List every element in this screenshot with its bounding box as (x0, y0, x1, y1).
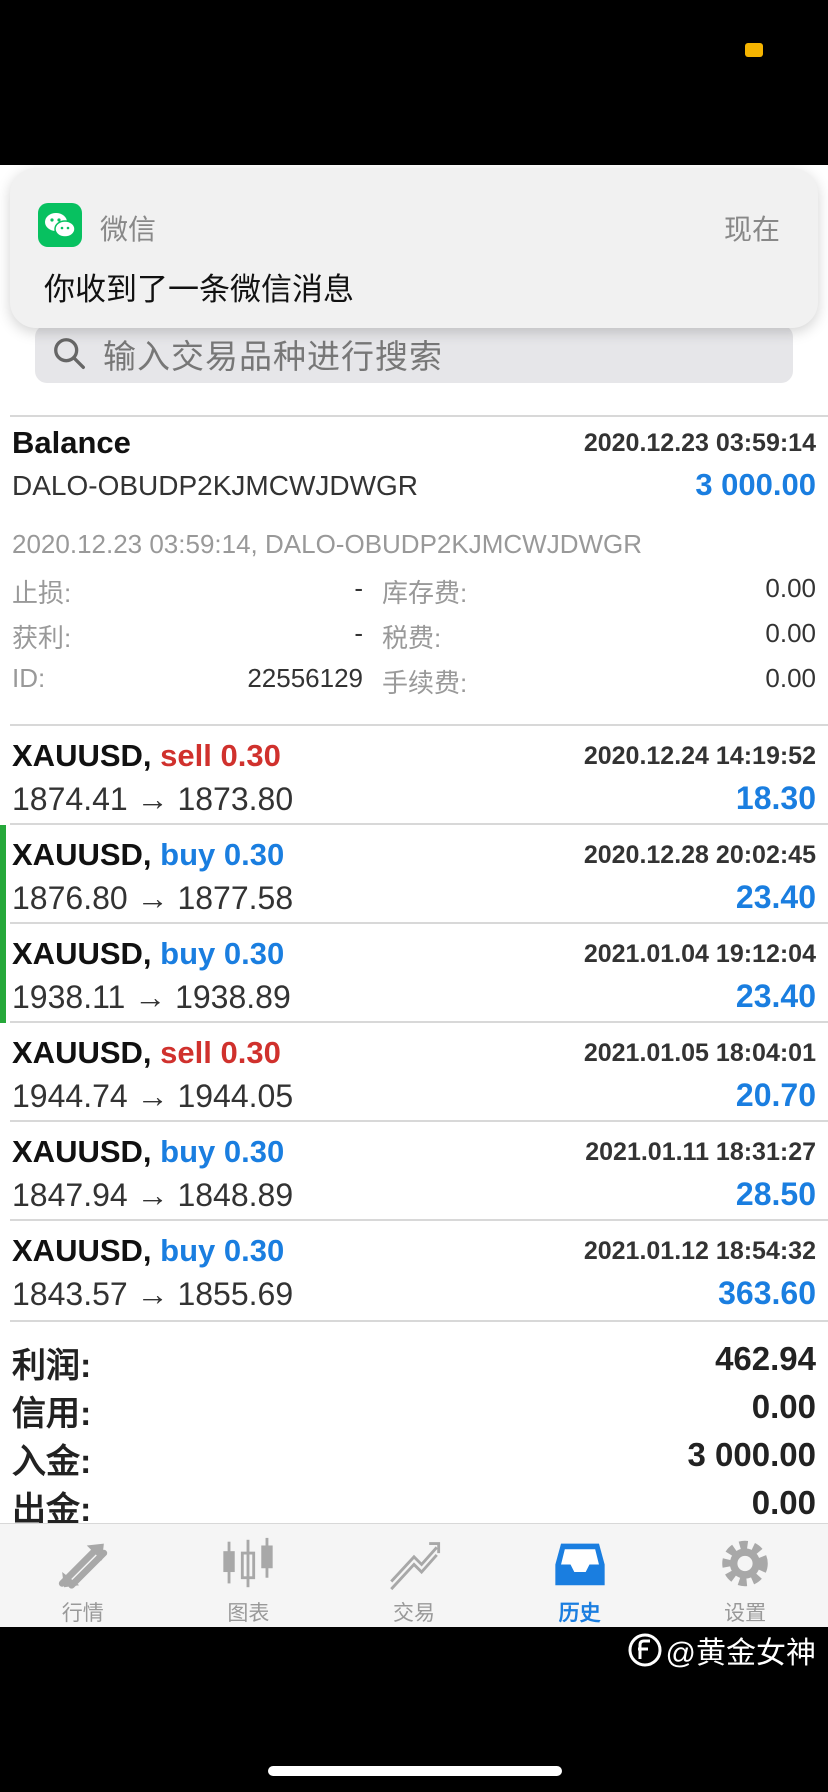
search-placeholder: 输入交易品种进行搜索 (103, 338, 443, 375)
trade-date: 2020.12.24 14:19:52 (583, 742, 816, 770)
tab-quotes[interactable]: 行情 (0, 1524, 166, 1627)
tab-label: 行情 (61, 1602, 104, 1625)
balance-amount: 3 000.00 (695, 467, 816, 502)
summary-withdrawal-value: 0.00 (751, 1484, 816, 1521)
trade-row[interactable]: XAUUSD, buy 0.30 2021.01.04 19:12:04 193… (0, 924, 828, 1023)
trade-symbol: XAUUSD, buy 0.30 (12, 837, 285, 872)
trade-profit: 363.60 (718, 1275, 816, 1311)
trade-profit: 20.70 (735, 1077, 816, 1113)
summary-deposit-label: 入金: (12, 1443, 92, 1481)
quotes-icon (58, 1543, 107, 1589)
summary-profit-value: 462.94 (715, 1340, 816, 1377)
summary-profit-label: 利润: (12, 1347, 92, 1385)
trade-date: 2020.12.28 20:02:45 (583, 841, 816, 869)
tab-label: 历史 (558, 1602, 601, 1625)
tab-label: 设置 (724, 1602, 767, 1625)
stop-loss-value: - (354, 573, 363, 603)
notification-message: 你收到了一条微信消息 (44, 272, 354, 307)
tab-label: 图表 (227, 1602, 270, 1625)
bottom-tab-bar: 行情 图表 交易 历史 设置 (0, 1523, 828, 1627)
mt-history-screen: 输入交易品种进行搜索 Balance 2020.12.23 03:59:14 D… (0, 165, 828, 1627)
watermark-text: @黄金女神 (665, 1637, 816, 1670)
trade-icon (390, 1542, 441, 1591)
tab-charts[interactable]: 图表 (166, 1524, 332, 1627)
watermark: @黄金女神 (628, 1628, 816, 1672)
divider (10, 1320, 828, 1322)
trade-date: 2021.01.05 18:04:01 (583, 1039, 816, 1067)
status-indicator-dot (745, 43, 763, 57)
trade-date: 2021.01.11 18:31:27 (585, 1138, 816, 1166)
commission-value: 0.00 (765, 663, 816, 693)
search-icon (54, 338, 85, 369)
trade-symbol: XAUUSD, buy 0.30 (12, 1134, 285, 1169)
balance-title: Balance (12, 425, 131, 460)
summary-credit-value: 0.00 (751, 1388, 816, 1425)
weibo-logo-icon (628, 1633, 662, 1667)
id-label: ID: (12, 663, 46, 693)
tab-label: 交易 (392, 1602, 435, 1625)
trade-prices: 1938.11 → 1938.89 (12, 979, 291, 1015)
take-profit-value: - (354, 618, 363, 648)
trade-date: 2021.01.04 19:12:04 (583, 940, 816, 968)
trade-symbol: XAUUSD, buy 0.30 (12, 936, 285, 971)
balance-detail: 2020.12.23 03:59:14, DALO-OBUDP2KJMCWJDW… (12, 529, 643, 559)
tab-history[interactable]: 历史 (497, 1524, 663, 1627)
tab-settings[interactable]: 设置 (662, 1524, 828, 1627)
chart-icon (223, 1537, 274, 1588)
trade-row[interactable]: XAUUSD, buy 0.30 2020.12.28 20:02:45 187… (0, 825, 828, 924)
tax-label: 税费: (382, 623, 442, 653)
trade-row[interactable]: XAUUSD, sell 0.30 2020.12.24 14:19:52 18… (0, 726, 828, 825)
trade-prices: 1843.57 → 1855.69 (12, 1276, 294, 1312)
trade-date: 2021.01.12 18:54:32 (583, 1237, 816, 1265)
trade-symbol: XAUUSD, sell 0.30 (12, 738, 281, 773)
trade-row[interactable]: XAUUSD, sell 0.30 2021.01.05 18:04:01 19… (0, 1023, 828, 1122)
selected-indicator (0, 825, 6, 924)
search-bar[interactable]: 输入交易品种进行搜索 (35, 325, 793, 383)
notification-app-name: 微信 (100, 214, 157, 245)
trade-prices: 1874.41 → 1873.80 (12, 781, 294, 817)
trade-profit: 23.40 (735, 879, 816, 915)
trade-prices: 1876.80 → 1877.58 (12, 880, 294, 916)
wechat-notification[interactable]: 微信 现在 你收到了一条微信消息 (10, 168, 818, 328)
tab-trade[interactable]: 交易 (331, 1524, 497, 1627)
history-icon (554, 1543, 605, 1586)
id-value: 22556129 (247, 663, 363, 693)
trade-prices: 1847.94 → 1848.89 (12, 1177, 294, 1213)
trade-symbol: XAUUSD, buy 0.30 (12, 1233, 285, 1268)
trade-row[interactable]: XAUUSD, buy 0.30 2021.01.11 18:31:27 184… (0, 1122, 828, 1221)
trade-profit: 28.50 (735, 1176, 816, 1212)
trade-prices: 1944.74 → 1944.05 (12, 1078, 294, 1114)
settings-icon (722, 1540, 768, 1587)
notification-time: 现在 (723, 214, 780, 245)
summary-credit-label: 信用: (12, 1395, 92, 1433)
wechat-icon (38, 203, 82, 247)
trade-profit: 18.30 (735, 780, 816, 816)
stop-loss-label: 止损: (12, 578, 72, 608)
home-indicator[interactable] (268, 1766, 562, 1776)
balance-account: DALO-OBUDP2KJMCWJDWGR (12, 470, 419, 501)
swap-value: 0.00 (765, 573, 816, 603)
balance-date: 2020.12.23 03:59:14 (583, 429, 816, 457)
trade-profit: 23.40 (735, 978, 816, 1014)
balance-entry[interactable]: Balance 2020.12.23 03:59:14 DALO-OBUDP2K… (0, 417, 828, 722)
selected-indicator (0, 924, 6, 1023)
swap-label: 库存费: (382, 578, 468, 608)
trade-row[interactable]: XAUUSD, buy 0.30 2021.01.12 18:54:32 184… (0, 1221, 828, 1320)
tax-value: 0.00 (765, 618, 816, 648)
trade-symbol: XAUUSD, sell 0.30 (12, 1035, 281, 1070)
commission-label: 手续费: (382, 668, 468, 698)
summary-deposit-value: 3 000.00 (687, 1436, 816, 1473)
take-profit-label: 获利: (12, 623, 72, 653)
